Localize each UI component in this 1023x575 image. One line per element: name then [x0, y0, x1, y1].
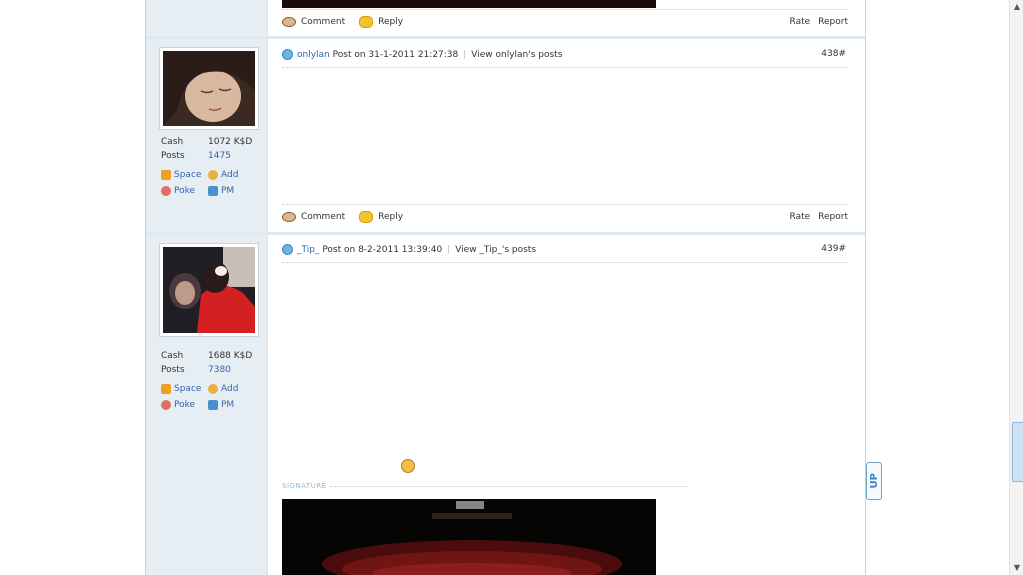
avatar[interactable] [159, 243, 259, 337]
report-link[interactable]: Report [818, 212, 848, 222]
posts-label: Posts [161, 151, 185, 161]
comment-icon [282, 17, 296, 27]
space-link[interactable]: Space [161, 167, 208, 183]
previous-post-sidebar [146, 0, 268, 36]
scroll-down-arrow-icon[interactable]: ▼ [1012, 563, 1022, 573]
space-link[interactable]: Space [161, 381, 208, 397]
pm-link[interactable]: PM [208, 397, 255, 413]
poke-icon [161, 186, 171, 196]
post-floor-number: 439# [821, 244, 846, 254]
view-posts-link[interactable]: View _Tip_'s posts [455, 245, 536, 255]
home-icon [161, 170, 171, 180]
report-link[interactable]: Report [818, 17, 848, 27]
add-friend-link[interactable]: Add [208, 381, 255, 397]
poke-link[interactable]: Poke [161, 397, 208, 413]
pm-link[interactable]: PM [208, 183, 255, 199]
signature-label: SIGNATURE [282, 482, 688, 490]
scroll-to-top-button[interactable]: UP [866, 462, 882, 500]
post-floor-number: 438# [821, 49, 846, 59]
username-link[interactable]: onlylan [297, 50, 330, 60]
home-icon [161, 384, 171, 394]
avatar-image-tip [163, 247, 255, 333]
reply-icon [359, 16, 374, 28]
add-friend-link[interactable]: Add [208, 167, 255, 183]
user-links: Space Add Poke PM [161, 167, 255, 199]
view-posts-link[interactable]: View onlylan's posts [471, 50, 562, 60]
post-439-header: _Tip_ Post on 8-2-2011 13:39:40 View _Ti… [282, 236, 848, 263]
avatar[interactable] [159, 47, 259, 130]
previous-post-footer: Comment Reply Rate Report [282, 9, 848, 32]
reply-button[interactable]: Reply [359, 16, 403, 28]
scroll-up-arrow-icon[interactable]: ▲ [1012, 2, 1022, 12]
user-links: Space Add Poke PM [161, 381, 255, 413]
previous-post-image [282, 0, 656, 8]
comment-icon [282, 212, 296, 222]
poke-icon [161, 400, 171, 410]
scrollbar-thumb[interactable] [1012, 422, 1023, 482]
posts-label: Posts [161, 365, 185, 375]
emoticon-icon [401, 459, 415, 473]
avatar-image-onlylan [163, 51, 255, 126]
rate-link[interactable]: Rate [790, 17, 811, 27]
comment-button[interactable]: Comment [282, 212, 345, 222]
user-stats: Cash 1072 K$D Posts 1475 [161, 135, 252, 163]
cash-label: Cash [161, 137, 184, 147]
cash-value: 1072 K$D [208, 137, 253, 147]
rate-link[interactable]: Rate [790, 212, 811, 222]
posts-value[interactable]: 7380 [208, 363, 231, 377]
post-date: Post on 31-1-2011 21:27:38 [332, 49, 459, 60]
add-friend-icon [208, 384, 218, 394]
post-438-header: onlylan Post on 31-1-2011 21:27:38 View … [282, 41, 848, 68]
vertical-scrollbar[interactable]: ▲ ▼ [1009, 0, 1023, 575]
forum-thread: Comment Reply Rate Report Cash 1072 K$D P… [145, 0, 866, 575]
envelope-icon [208, 186, 218, 196]
post-438-footer: Comment Reply Rate Report [282, 204, 848, 227]
poke-link[interactable]: Poke [161, 183, 208, 199]
post-date: Post on 8-2-2011 13:39:40 [322, 244, 443, 255]
reply-button[interactable]: Reply [359, 211, 403, 223]
add-friend-icon [208, 170, 218, 180]
online-status-icon [282, 49, 293, 60]
cash-value: 1688 K$D [208, 351, 253, 361]
user-stats: Cash 1688 K$D Posts 7380 [161, 349, 252, 377]
online-status-icon [282, 244, 293, 255]
comment-button[interactable]: Comment [282, 17, 345, 27]
username-link[interactable]: _Tip_ [297, 245, 319, 255]
signature-image [282, 499, 656, 575]
posts-value[interactable]: 1475 [208, 149, 231, 163]
envelope-icon [208, 400, 218, 410]
reply-icon [359, 211, 374, 223]
cash-label: Cash [161, 351, 184, 361]
